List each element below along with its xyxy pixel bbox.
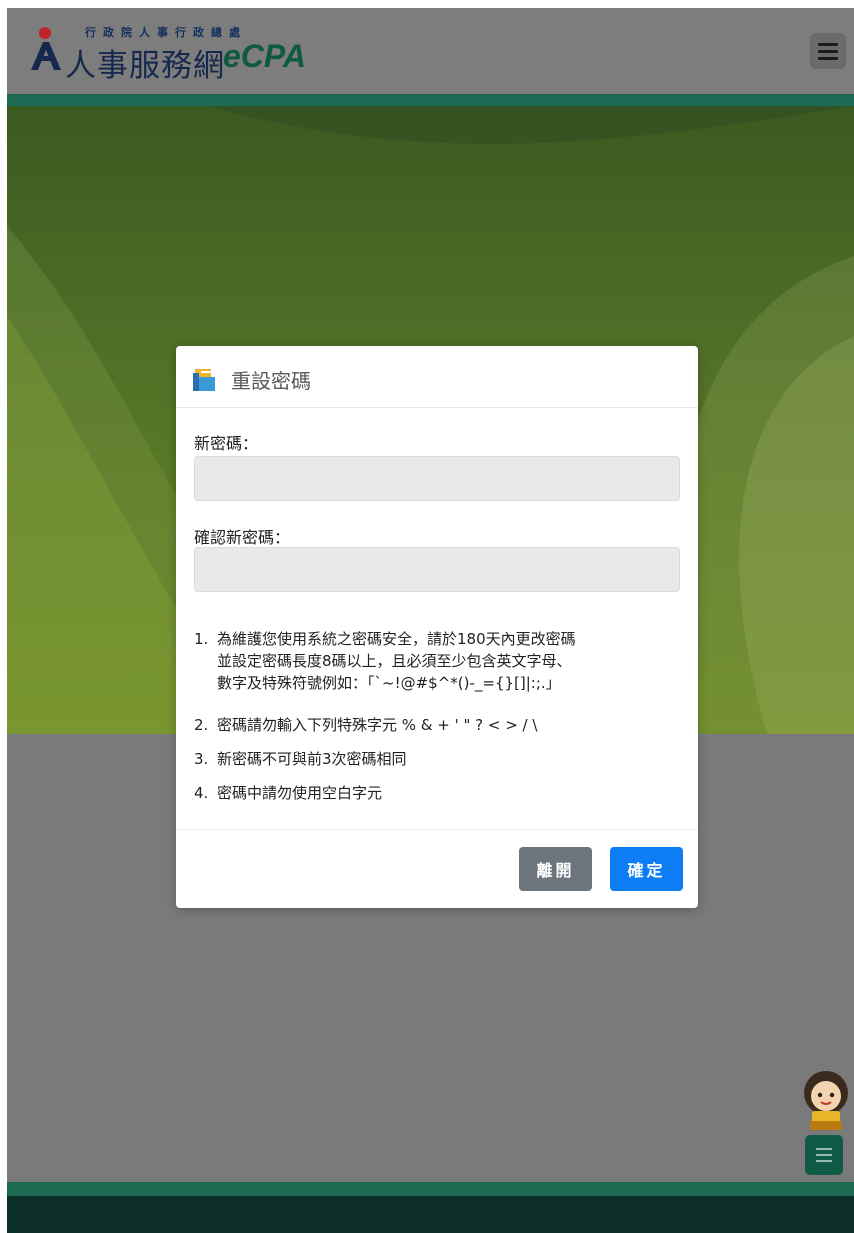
site-footer <box>7 1196 854 1233</box>
rule-number: 1. <box>194 630 209 648</box>
mascot-character-icon[interactable] <box>802 1069 850 1131</box>
leave-button[interactable]: 離開 <box>519 847 592 891</box>
new-password-label: 新密碼： <box>194 434 259 453</box>
logo-title: 人事服務網 <box>65 48 225 84</box>
header-stripe <box>7 94 854 106</box>
logo-brand: eCPA <box>223 38 306 74</box>
menu-button[interactable] <box>810 33 846 69</box>
site-logo[interactable]: 行政院人事行政總處 人事服務網 eCPA <box>25 20 345 84</box>
rule-text: 密碼請勿輸入下列特殊字元 % & + ' " ? < > / \ <box>217 716 538 734</box>
confirm-password-label: 確認新密碼： <box>194 528 291 547</box>
document-folder-icon <box>193 369 215 391</box>
page-frame: 行政院人事行政總處 人事服務網 eCPA 重設密碼 新密碼： 確認新密碼： 1.… <box>7 8 854 1233</box>
footer-stripe <box>7 1182 854 1196</box>
dialog-header: 重設密碼 <box>176 346 698 408</box>
rule-text: 密碼中請勿使用空白字元 <box>217 784 383 802</box>
rule-number: 2. <box>194 716 209 734</box>
rule-text: 為維護您使用系統之密碼安全，請於180天內更改密碼 並設定密碼長度8碼以上，且必… <box>217 630 576 692</box>
rule-text: 新密碼不可與前3次密碼相同 <box>217 750 407 768</box>
logo-mark-icon <box>31 27 61 70</box>
dialog-footer: 離開 確定 <box>176 829 698 908</box>
confirm-password-input[interactable] <box>194 547 680 592</box>
reset-password-dialog: 重設密碼 新密碼： 確認新密碼： 1. 為維護您使用系統之密碼安全，請於180天… <box>176 346 698 908</box>
new-password-input[interactable] <box>194 456 680 501</box>
dialog-title: 重設密碼 <box>231 369 311 393</box>
rule-number: 3. <box>194 750 209 768</box>
hamburger-menu-icon <box>816 1148 832 1150</box>
rule-number: 4. <box>194 784 209 802</box>
confirm-button[interactable]: 確定 <box>610 847 683 891</box>
hamburger-menu-icon <box>818 43 838 46</box>
floating-menu-button[interactable] <box>805 1135 843 1175</box>
site-header: 行政院人事行政總處 人事服務網 eCPA <box>7 8 854 94</box>
